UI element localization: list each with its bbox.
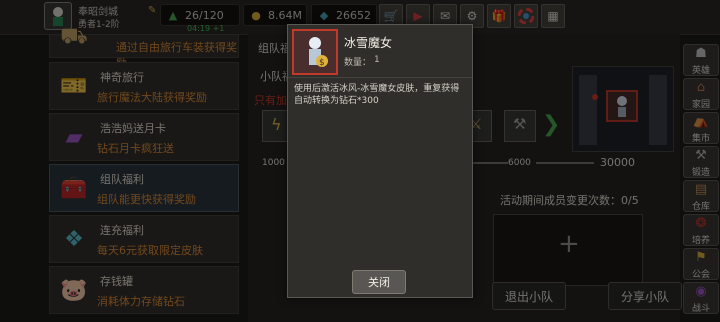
item-icon-frame: $ [292,29,338,75]
ice-witch-skin-icon: $ [309,37,328,68]
divider [288,77,472,78]
item-name: 冰雪魔女 [344,36,393,50]
item-detail-dialog: $ 冰雪魔女 数量： 1 使用后激活冰风-冰雪魔女皮肤，重复获得自动转换为钻石*… [287,24,473,298]
item-description: 使用后激活冰风-冰雪魔女皮肤，重复获得自动转换为钻石*300 [294,84,460,106]
quantity-label: 数量： [344,58,372,68]
svg-text:$: $ [319,58,325,68]
quantity-value: 1 [374,55,380,65]
close-button[interactable]: 关闭 [352,270,406,294]
